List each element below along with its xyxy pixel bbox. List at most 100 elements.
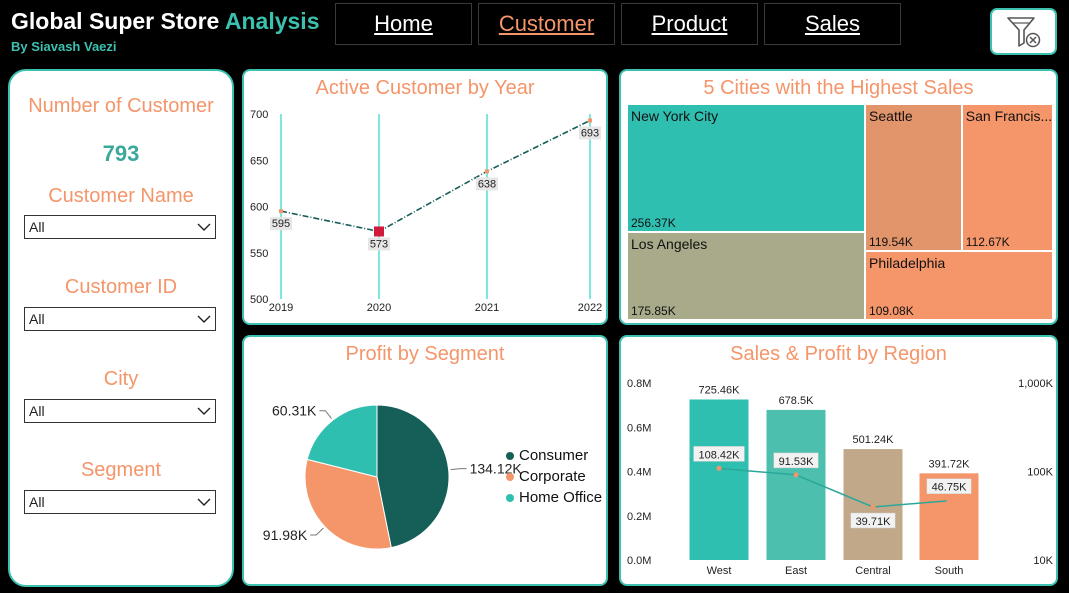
line-data-label: 108.42K (699, 449, 741, 461)
profit-point[interactable] (870, 504, 876, 510)
y-left-tick-label: 0.2M (627, 511, 651, 523)
line-point[interactable] (485, 169, 489, 174)
treemap-tile-value: 175.85K (631, 303, 676, 318)
segment-label: Segment (80, 459, 162, 481)
treemap-tile-value: 109.08K (869, 303, 914, 318)
legend-item[interactable]: Consumer (506, 447, 588, 464)
treemap-tile-name: New York City (631, 108, 719, 124)
customer-count-label: Number of Customer (28, 95, 214, 117)
profit-line (718, 467, 950, 508)
customer-name-label: Customer Name (48, 185, 194, 207)
line-point[interactable] (588, 118, 592, 123)
treemap-tile[interactable]: San Francis... 112.67K (961, 104, 1053, 251)
legend-dot-icon (506, 473, 514, 482)
legend-label: Corporate (519, 468, 586, 485)
legend-dot-icon (506, 452, 514, 461)
legend-label: Consumer (519, 447, 589, 464)
data-label: 638 (478, 178, 496, 190)
region-panel: Sales & Profit by Region 0.0M 0.2M 0.4M 0.6… (619, 335, 1058, 586)
legend-dot-icon (506, 494, 514, 503)
pie-leader-line (310, 527, 324, 536)
treemap-tile-name: Los Angeles (631, 236, 708, 253)
x-tick-label: Central (855, 565, 890, 577)
legend-item[interactable]: Corporate (506, 468, 586, 485)
region-chart: 0.0M 0.2M 0.4M 0.6M 0.8M 10K 100K 1,000K 725.46K… (627, 378, 1054, 577)
treemap-tile-value: 112.67K (965, 234, 1010, 249)
active-customer-chart: 500 550 600 650 700 2019 2020 2021 2022 595 573 638… (250, 109, 602, 314)
bar-data-label: 391.72K (929, 458, 971, 470)
y-left-tick-label: 0.0M (627, 555, 651, 567)
x-tick-label: 2022 (578, 302, 602, 314)
region-bar[interactable] (689, 399, 749, 560)
x-tick-label: 2021 (475, 302, 499, 314)
x-tick-label: South (935, 565, 964, 577)
legend-label: Home Office (519, 489, 603, 506)
nav-customer-button[interactable]: Customer (478, 3, 615, 45)
treemap-tile-name: Seattle (869, 108, 913, 124)
profit-segment-panel: Profit by Segment 134.12K 91.98K 60.31K Co… (242, 335, 608, 586)
nav-product-button[interactable]: Product (621, 3, 758, 45)
treemap-tile-name: San Francis... (965, 108, 1051, 124)
y-left-tick-label: 0.4M (627, 467, 651, 479)
treemap-tile[interactable]: New York City 256.37K (627, 104, 866, 233)
line-data-label: 39.71K (856, 516, 892, 528)
y-tick-label: 700 (250, 109, 268, 121)
city-value: All (29, 403, 45, 419)
title-part-a: Global Super Store (11, 8, 220, 34)
line-data-label: 91.53K (779, 456, 815, 468)
treemap-tile[interactable]: Los Angeles 175.85K (627, 232, 866, 320)
title-part-b: Analysis (224, 8, 320, 34)
chevron-down-icon (197, 498, 211, 506)
pie-leader-line (319, 410, 332, 419)
treemap-tile[interactable]: Seattle 119.54K (865, 104, 962, 251)
treemap-tile-value: 119.54K (869, 234, 913, 249)
customer-name-value: All (29, 219, 45, 235)
pie-slice[interactable] (376, 404, 450, 549)
bar-data-label: 678.5K (779, 395, 815, 407)
x-tick-label: East (785, 565, 807, 577)
customer-id-dropdown[interactable]: All (24, 307, 216, 331)
chevron-down-icon (197, 223, 211, 231)
profit-point[interactable] (716, 465, 722, 471)
pie-leader-line (450, 468, 467, 471)
customer-count-value: 793 (102, 141, 140, 166)
region-bar[interactable] (766, 409, 826, 560)
customer-id-label: Customer ID (64, 276, 178, 298)
treemap-tile[interactable]: Philadelphia 109.08K (865, 250, 1053, 320)
filter-sidebar: Number of Customer 793 Customer Name All… (8, 69, 234, 587)
clear-filter-button[interactable] (990, 8, 1057, 55)
top-cities-treemap: New York City 256.37K Los Angeles 175.85K Se… (627, 104, 1053, 320)
active-customer-panel: Active Customer by Year 500 550 600 650 700 2… (242, 69, 608, 325)
x-tick-label: 2020 (367, 302, 391, 314)
line-point-min[interactable] (374, 226, 384, 237)
pie-data-label: 60.31K (272, 403, 317, 419)
line-point[interactable] (279, 209, 283, 214)
nav-home-button[interactable]: Home (335, 3, 472, 45)
chevron-down-icon (197, 315, 211, 323)
dashboard-subtitle: By Siavash Vaezi (11, 39, 117, 54)
treemap-tile-value: 256.37K (631, 216, 676, 231)
customer-name-dropdown[interactable]: All (24, 215, 216, 239)
pie-data-label: 91.98K (263, 527, 308, 543)
segment-dropdown[interactable]: All (24, 490, 216, 514)
legend-item[interactable]: Home Office (506, 489, 602, 506)
data-label: 693 (581, 127, 599, 139)
y-left-tick-label: 0.8M (627, 378, 651, 390)
city-dropdown[interactable]: All (24, 399, 216, 423)
bar-data-label: 501.24K (853, 434, 895, 446)
top-cities-panel: 5 Cities with the Highest Sales New York… (619, 69, 1058, 325)
data-label: 573 (370, 238, 388, 250)
data-label: 595 (272, 218, 290, 230)
top-cities-title: 5 Cities with the Highest Sales (703, 77, 974, 99)
dashboard-title: Global Super Store Analysis (11, 8, 319, 35)
bar-data-label: 725.46K (699, 384, 741, 396)
y-tick-label: 550 (250, 248, 268, 260)
profit-point[interactable] (793, 472, 799, 478)
city-label: City (103, 368, 139, 390)
segment-value: All (29, 494, 45, 510)
y-tick-label: 500 (250, 294, 268, 306)
profit-point[interactable] (946, 498, 952, 504)
x-tick-label: 2019 (269, 302, 293, 314)
nav-sales-button[interactable]: Sales (764, 3, 901, 45)
y-right-tick-label: 1,000K (1018, 378, 1054, 390)
